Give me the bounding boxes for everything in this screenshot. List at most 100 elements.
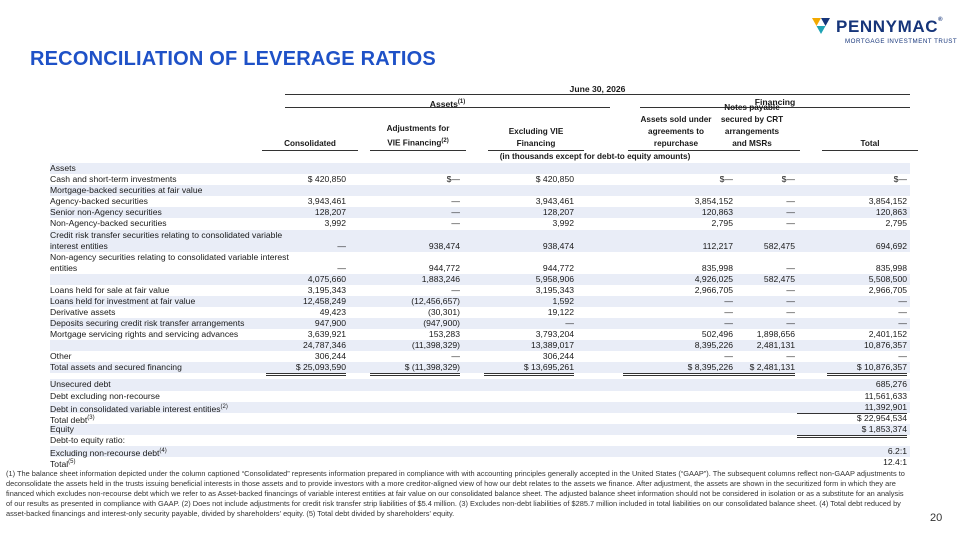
table-cell: $ 420,850 xyxy=(535,174,574,185)
table-cell: — xyxy=(786,317,795,328)
table-row: Non-Agency-backed securities 3,992 — 3,992 2… xyxy=(50,218,910,229)
brand-name: PENNYMAC® xyxy=(836,17,944,36)
table-cell: $— xyxy=(781,174,795,185)
table-cell: 3,992 xyxy=(552,218,574,229)
row-label: Non-agency securities relating to consol… xyxy=(50,251,289,273)
pennymac-logo-mark-icon xyxy=(812,18,830,34)
table-row: Mortgage-backed securities at fair value xyxy=(50,185,910,197)
row-label: Senior non-Agency securities xyxy=(50,207,162,218)
table-cell: 120,863 xyxy=(875,207,907,218)
table-row: Credit risk transfer securities relating… xyxy=(50,229,910,252)
debt-row: Debt in consolidated variable interest e… xyxy=(50,401,910,414)
table-cell: $ 420,850 xyxy=(307,174,346,185)
table-row: Other 306,244—306,244— — — xyxy=(50,351,910,364)
table-cell: — xyxy=(451,284,460,295)
table-cell: 10,876,357 xyxy=(863,340,907,351)
row-label: Debt-to equity ratio: xyxy=(50,434,125,445)
row-label: Debt excluding non-recourse xyxy=(50,390,160,401)
table-cell: 19,122 xyxy=(547,306,574,317)
table-cell: 6.2:1 xyxy=(887,445,907,456)
row-label: Loans held for investment at fair value xyxy=(50,295,196,306)
debt-row: Equity $ 1,853,374 xyxy=(50,423,910,438)
table-cell: (12,456,657) xyxy=(411,295,460,306)
row-label: Credit risk transfer securities relating… xyxy=(50,229,283,251)
column-header-line: Total xyxy=(860,139,880,148)
table-cell: 2,481,131 xyxy=(756,340,795,351)
table-cell: 5,508,500 xyxy=(868,273,907,284)
page-number: 20 xyxy=(930,512,943,524)
table-cell: $— xyxy=(893,174,907,185)
table-row: Cash and short-term investments $ 420,850… xyxy=(50,174,910,185)
column-header-line: Consolidated xyxy=(284,139,336,148)
table-cell: — xyxy=(786,218,795,229)
row-label: Assets xyxy=(50,163,76,173)
table-cell: (30,301) xyxy=(427,306,460,317)
table-cell: $ 25,093,590 xyxy=(266,362,346,377)
table-cell: 13,389,017 xyxy=(530,340,574,351)
table-cell: — xyxy=(451,196,460,207)
table-cell: (947,900) xyxy=(423,317,460,328)
footnotes: (1) The balance sheet information depict… xyxy=(6,469,905,518)
table-cell: 2,966,705 xyxy=(868,284,907,295)
row-label: Cash and short-term investments xyxy=(50,174,177,185)
row-label: Deposits securing credit risk transfer a… xyxy=(50,317,245,328)
table-cell: 11,561,633 xyxy=(864,390,907,401)
table-cell: 128,207 xyxy=(542,207,574,218)
table-cell: $ (11,398,329) xyxy=(370,362,460,377)
table-cell: — xyxy=(451,218,460,229)
table-cell: 582,475 xyxy=(763,240,795,251)
column-header-line: Adjustments for xyxy=(386,124,450,134)
row-label: Equity xyxy=(50,423,74,434)
table-cell: 3,943,461 xyxy=(307,196,346,207)
table-cell: 582,475 xyxy=(763,273,795,284)
pennymac-logo: PENNYMAC® MORTGAGE INVESTMENT TRUST xyxy=(812,16,957,50)
row-label: Other xyxy=(50,351,72,362)
brand-tagline: MORTGAGE INVESTMENT TRUST xyxy=(845,38,958,45)
table-cell: $ 2,481,131 xyxy=(695,362,795,377)
units-note: (in thousands except for debt-to equity … xyxy=(499,152,691,161)
column-header-line: and MSRs xyxy=(732,139,772,148)
column-header: Consolidated xyxy=(262,139,358,151)
column-header-line: arrangements xyxy=(724,127,780,136)
debt-row: Debt-to equity ratio: xyxy=(50,435,910,446)
table-row: Deposits securing credit risk transfer a… xyxy=(50,317,910,330)
table-row: 24,787,346 (11,398,329) 13,389,017 8,395,22… xyxy=(50,340,910,352)
debt-row: Debt excluding non-recourse 11,561,633 xyxy=(50,391,910,402)
table-cell: 938,474 xyxy=(542,240,574,251)
table-row: Assets xyxy=(50,163,910,175)
column-header-line: Notes payable xyxy=(724,103,780,112)
table-cell: — xyxy=(898,295,907,306)
table-cell: 685,276 xyxy=(875,379,907,390)
column-header: Excluding VIE Financing xyxy=(488,127,584,151)
column-header: Adjustments for VIE Financing(2) xyxy=(370,124,466,151)
table-cell: 938,474 xyxy=(428,240,460,251)
table-body: Assets Cash and short-term investments $ 4… xyxy=(50,163,910,469)
table-row: 4,075,660 1,883,246 5,958,906 4,926,025 582,… xyxy=(50,273,910,285)
table-cell: 3,854,152 xyxy=(868,196,907,207)
row-label: Derivative assets xyxy=(50,306,116,317)
table-cell: 128,207 xyxy=(314,207,346,218)
table-cell: 3,992 xyxy=(324,218,346,229)
table-cell: — xyxy=(786,207,795,218)
table-cell: $— xyxy=(446,174,460,185)
table-cell: 5,958,906 xyxy=(535,273,574,284)
debt-row: Total debt(3) $ 22,954,534 xyxy=(50,413,910,425)
row-label: Mortgage servicing rights and servicing … xyxy=(50,329,239,340)
table-cell: 24,787,346 xyxy=(302,340,346,351)
table-row: Senior non-Agency securities 128,207 — 128,… xyxy=(50,207,910,219)
table-cell: 12.4:1 xyxy=(883,457,907,468)
table-cell: — xyxy=(565,317,574,328)
table-row: Derivative assets 49,423 (30,301) 19,122— — — xyxy=(50,307,910,318)
table-cell: 3,195,343 xyxy=(307,284,346,295)
row-label: Loans held for sale at fair value xyxy=(50,284,170,295)
table-cell: 12,458,249 xyxy=(302,295,346,306)
debt-row: Excluding non-recourse debt(4) 6.2:1 xyxy=(50,445,910,458)
table-row: Loans held for investment at fair value 1… xyxy=(50,295,910,307)
row-label: Mortgage-backed securities at fair value xyxy=(50,185,203,196)
table-cell: (11,398,329) xyxy=(411,340,460,351)
table-row: Total assets and secured financing $ 25,0… xyxy=(50,362,910,377)
row-label: Non-Agency-backed securities xyxy=(50,218,167,229)
table-cell: 947,900 xyxy=(314,317,346,328)
table-cell: — xyxy=(898,306,907,317)
table-cell: 49,423 xyxy=(319,306,346,317)
